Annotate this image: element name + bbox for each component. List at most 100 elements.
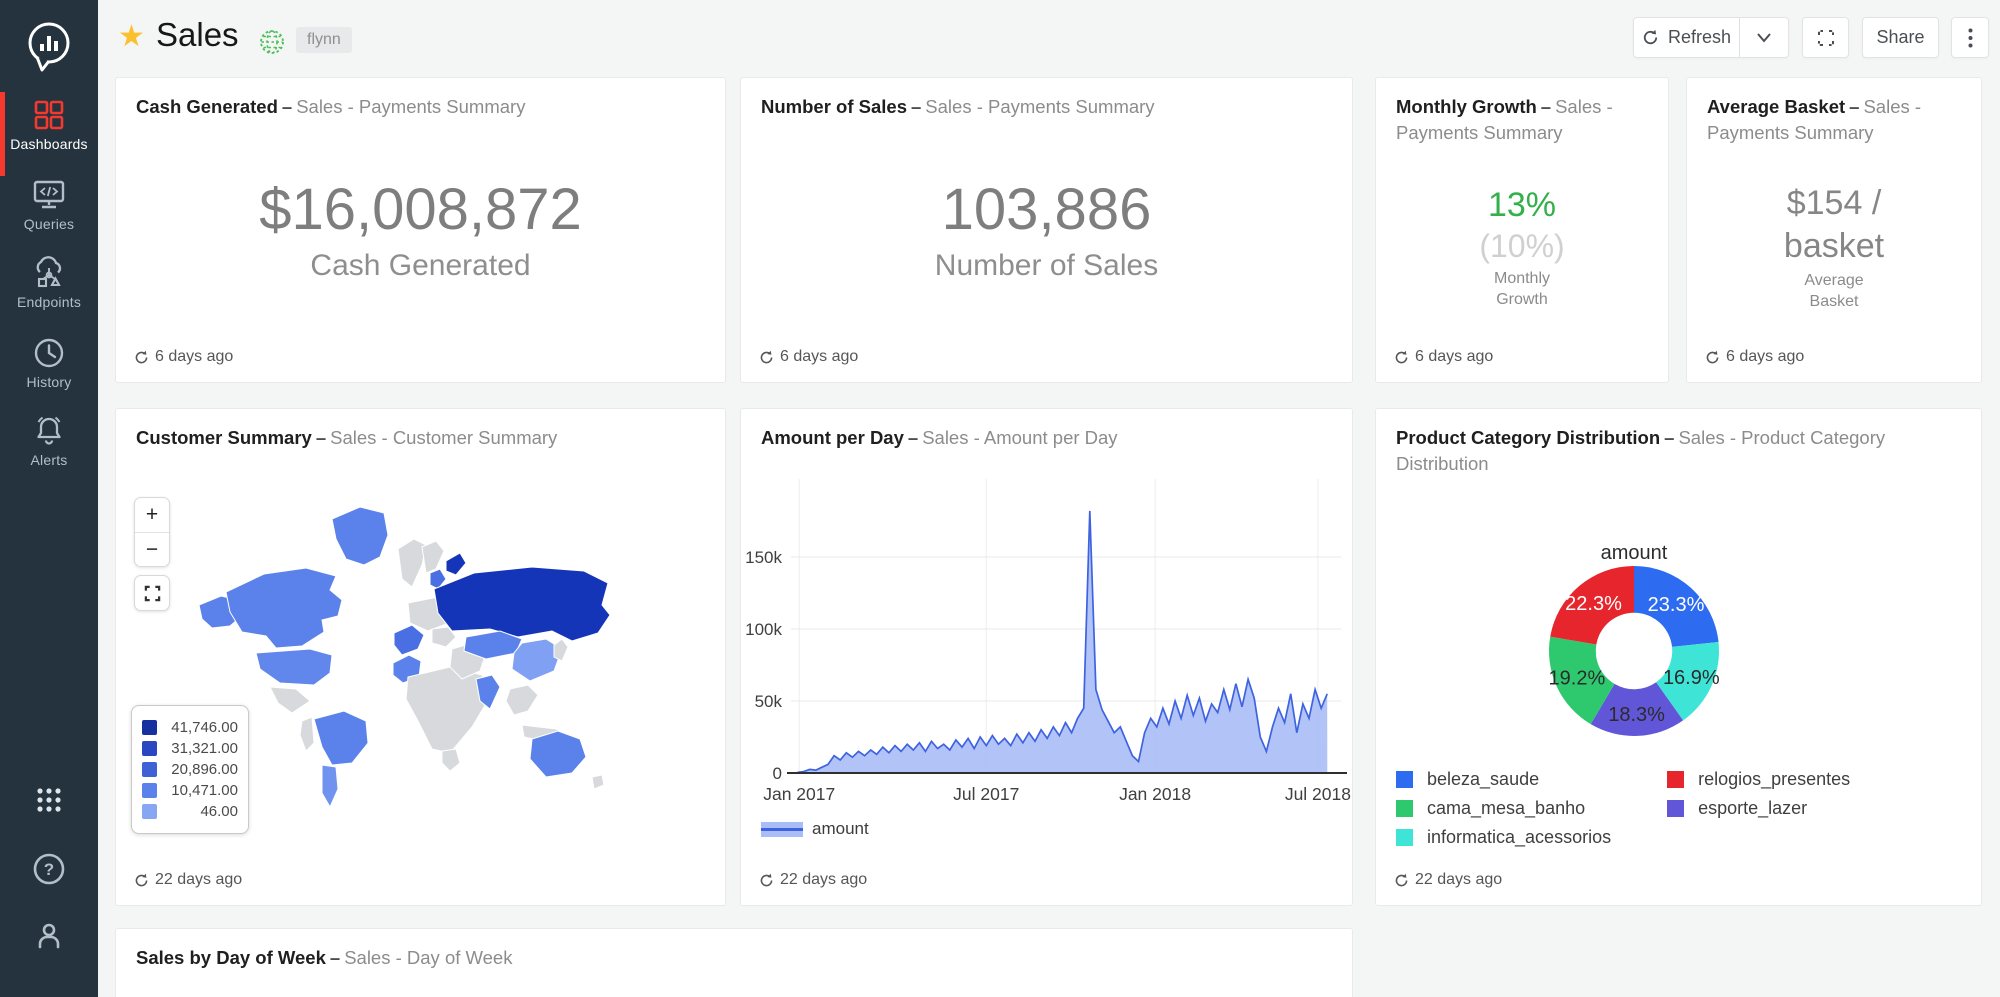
map-fit-bounds-button[interactable] [134,575,170,611]
app-root: Dashboards Queries Endpoints [0,0,2000,997]
svg-text:Jan 2018: Jan 2018 [1119,784,1191,804]
sidebar-item-alerts[interactable]: Alerts [0,414,98,492]
legend-item[interactable]: informatica_acessorios [1396,827,1611,848]
refresh-button[interactable]: Refresh [1633,17,1740,58]
sidebar-item-label: History [0,374,98,390]
widget-query-link[interactable]: Sales - Customer Summary [330,427,557,448]
legend-swatch [142,720,157,735]
refresh-icon [1394,350,1409,365]
speech-bubble-chart-icon [23,18,75,78]
svg-text:Jan 2017: Jan 2017 [763,784,835,804]
amount-per-day-area-chart[interactable]: 050k100k150kJan 2017Jul 2017Jan 2018Jul … [741,409,1354,809]
sidebar-item-endpoints[interactable]: Endpoints [0,256,98,334]
refresh-icon [1705,350,1720,365]
legend-item[interactable]: esporte_lazer [1667,798,1850,819]
widget-query-link[interactable]: Sales - Payments Summary [296,96,525,117]
widget-name: Sales by Day of Week [136,947,326,968]
widget-average-basket: Average Basket–Sales - Payments Summary … [1686,77,1982,383]
more-options-button[interactable] [1951,17,1989,58]
legend-item[interactable]: cama_mesa_banho [1396,798,1611,819]
apps-grid-icon [35,786,63,814]
counter-label: Average Basket [1804,271,1863,313]
legend-swatch [142,783,157,798]
widget-name: Average Basket [1707,96,1845,117]
widget-title: Cash Generated–Sales - Payments Summary [136,94,707,120]
globe-icon [259,29,285,55]
sidebar-item-dashboards[interactable]: Dashboards [0,98,98,176]
profile-button[interactable] [0,920,98,957]
legend-item[interactable]: beleza_saude [1396,769,1611,790]
svg-text:100k: 100k [745,620,782,639]
fit-bounds-icon [144,585,161,602]
widget-title: Average Basket–Sales - Payments Summary [1707,94,1963,146]
widget-query-link[interactable]: Sales - Day of Week [344,947,512,968]
sidebar-item-label: Alerts [0,452,98,468]
history-icon [32,336,66,370]
counter-value: 103,886 [942,177,1152,244]
counter: 13% (10%) Monthly Growth [1376,173,1668,322]
legend-label: relogios_presentes [1698,769,1850,790]
widget-amount-per-day: Amount per Day–Sales - Amount per Day 05… [740,408,1353,906]
legend-value: 10,471.00 [164,782,238,799]
map-zoom-in-button[interactable]: + [135,498,169,532]
widget-sales-by-day-of-week: Sales by Day of Week–Sales - Day of Week [115,928,1353,997]
widget-customer-summary: Customer Summary–Sales - Customer Summar… [115,408,726,906]
counter: $154 / basket Average Basket [1687,173,1981,322]
svg-text:23.3%: 23.3% [1648,594,1705,616]
favorite-star-icon[interactable]: ★ [118,22,145,52]
legend-label: esporte_lazer [1698,798,1807,819]
legend-swatch [1396,800,1413,817]
sidebar-item-label: Dashboards [0,136,98,152]
svg-text:19.2%: 19.2% [1549,667,1606,689]
svg-text:Jul 2017: Jul 2017 [953,784,1019,804]
apps-grid-button[interactable] [0,786,98,819]
sidebar-item-label: Queries [0,216,98,232]
widget-refreshed-ago: 6 days ago [1705,348,1804,366]
refresh-options-button[interactable] [1740,17,1789,58]
legend-swatch [1396,771,1413,788]
widget-name: Customer Summary [136,427,312,448]
legend-label: informatica_acessorios [1427,827,1611,848]
counter-value: $154 / basket [1784,182,1884,267]
alerts-icon [32,414,66,448]
legend-swatch [1396,829,1413,846]
svg-text:Jul 2018: Jul 2018 [1285,784,1351,804]
widget-title: Monthly Growth–Sales - Payments Summary [1396,94,1650,146]
chart-legend[interactable]: amount [761,819,869,839]
svg-text:amount: amount [1601,542,1668,564]
widget-query-link[interactable]: Sales - Payments Summary [925,96,1154,117]
legend-value: 41,746.00 [164,719,238,736]
product-category-donut-chart[interactable]: 23.3%16.9%18.3%19.2%22.3%amount [1524,526,1744,761]
widget-refreshed-ago: 22 days ago [1394,871,1502,889]
map-zoom-controls: + − [134,497,170,567]
counter-label: Cash Generated [310,249,530,283]
svg-text:150k: 150k [745,548,782,567]
legend-swatch [142,762,157,777]
svg-text:0: 0 [773,764,782,783]
fullscreen-button[interactable] [1802,17,1849,58]
widget-cash-generated: Cash Generated–Sales - Payments Summary … [115,77,726,383]
map-legend-row: 10,471.00 [142,782,238,799]
map-zoom-out-button[interactable]: − [135,532,169,566]
sidebar: Dashboards Queries Endpoints [0,0,98,997]
app-logo[interactable] [23,18,75,78]
legend-label: beleza_saude [1427,769,1539,790]
legend-swatch [142,741,157,756]
widget-monthly-growth: Monthly Growth–Sales - Payments Summary … [1375,77,1669,383]
widget-name: Number of Sales [761,96,907,117]
sidebar-item-history[interactable]: History [0,336,98,414]
widget-product-category-distribution: Product Category Distribution–Sales - Pr… [1375,408,1982,906]
dashboards-icon [32,98,66,132]
map-legend-row: 46.00 [142,803,238,820]
legend-swatch [142,804,157,819]
share-button[interactable]: Share [1862,17,1939,58]
legend-item[interactable]: relogios_presentes [1667,769,1850,790]
page-title: Sales [156,16,239,54]
refresh-icon [1394,873,1409,888]
chart-legend[interactable]: beleza_saude cama_mesa_banho informatica_a… [1396,769,1850,848]
legend-swatch [761,822,803,837]
help-button[interactable]: ? [0,852,98,891]
widget-number-of-sales: Number of Sales–Sales - Payments Summary… [740,77,1353,383]
counter-label: Monthly Growth [1494,269,1550,311]
sidebar-item-queries[interactable]: Queries [0,178,98,256]
